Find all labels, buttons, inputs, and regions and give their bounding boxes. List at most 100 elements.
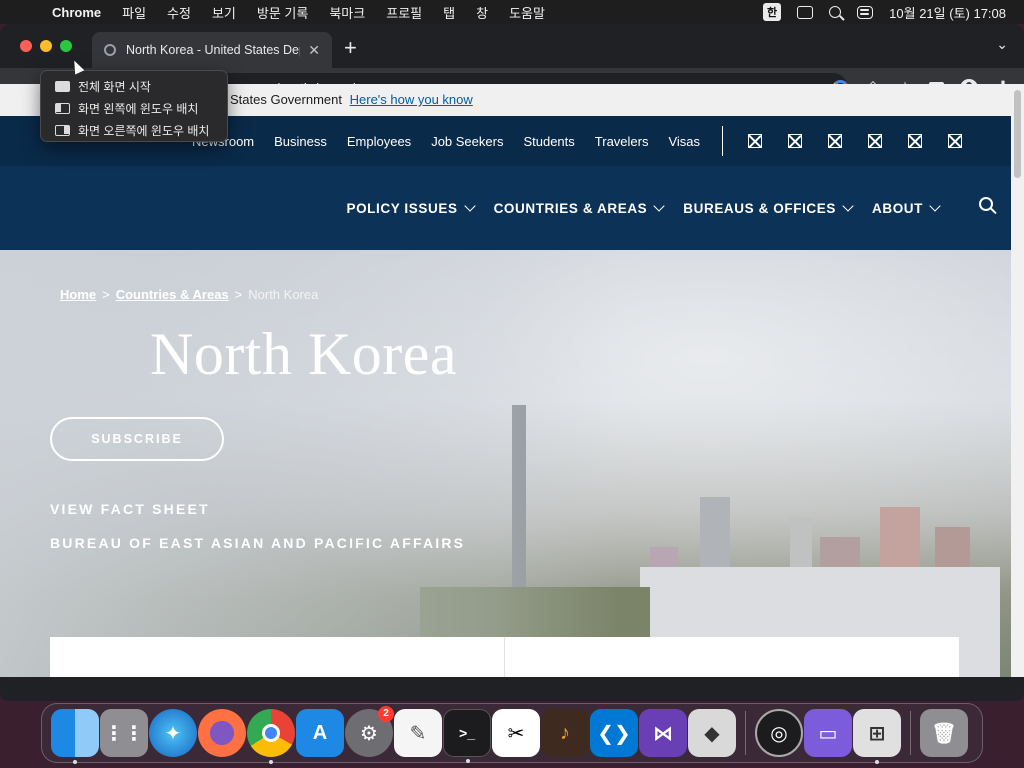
terminal-icon[interactable]: >_ bbox=[443, 709, 491, 763]
new-tab-icon[interactable]: + bbox=[344, 35, 357, 61]
control-center-icon[interactable] bbox=[857, 5, 874, 19]
chrome-icon[interactable] bbox=[247, 709, 295, 764]
page-scrollbar[interactable] bbox=[1011, 84, 1024, 677]
menu-tile-right-label: 화면 오른쪽에 윈도우 배치 bbox=[78, 123, 210, 138]
heres-how-you-know-link[interactable]: Here's how you know bbox=[350, 92, 473, 107]
running-indicator bbox=[875, 760, 879, 764]
social-icon-4-broken-image-icon[interactable] bbox=[868, 134, 882, 148]
menu-window[interactable]: 창 bbox=[476, 3, 488, 22]
menu-tile-right[interactable]: 화면 오른쪽에 윈도우 배치 bbox=[41, 119, 227, 141]
window-tiling-menu: 전체 화면 시작 화면 왼쪽에 윈도우 배치 화면 오른쪽에 윈도우 배치 bbox=[40, 70, 228, 142]
menu-file[interactable]: 파일 bbox=[122, 3, 146, 22]
tab-title: North Korea - United States Department o… bbox=[126, 43, 300, 57]
state-dept-favicon-icon bbox=[104, 44, 116, 56]
nav-students[interactable]: Students bbox=[523, 134, 574, 149]
nav-countries-areas-label: COUNTRIES & AREAS bbox=[493, 200, 648, 216]
running-indicator bbox=[73, 760, 77, 764]
obs-icon[interactable]: ◎ bbox=[755, 709, 803, 757]
archive-utility-icon[interactable]: ▭ bbox=[804, 709, 852, 757]
menu-view[interactable]: 보기 bbox=[212, 3, 236, 22]
nav-countries-areas[interactable]: COUNTRIES & AREAS bbox=[493, 199, 665, 216]
breadcrumb-separator: > bbox=[234, 287, 243, 302]
hero-banner: Home > Countries & Areas > North Korea North… bbox=[0, 250, 1011, 677]
browser-tab-active[interactable]: North Korea - United States Department o… bbox=[92, 32, 332, 68]
visual-studio-icon[interactable]: ⋈ bbox=[639, 709, 687, 757]
roblox-icon[interactable]: ◆ bbox=[688, 709, 736, 757]
gov-banner-text: States Government bbox=[230, 92, 342, 107]
fullscreen-icon bbox=[55, 80, 70, 92]
scrollbar-thumb[interactable] bbox=[1014, 90, 1021, 178]
social-icon-6-broken-image-icon[interactable] bbox=[948, 134, 962, 148]
nav-visas[interactable]: Visas bbox=[668, 134, 700, 149]
breadcrumb: Home > Countries & Areas > North Korea bbox=[60, 287, 318, 302]
nav-about-label: ABOUT bbox=[872, 200, 923, 216]
web-page-viewport: States Government Here's how you know Ne… bbox=[0, 84, 1011, 677]
close-tab-icon[interactable]: ✕ bbox=[308, 42, 320, 59]
tab-search-chevron-icon[interactable]: ⌄ bbox=[996, 36, 1008, 53]
screen-mirroring-icon[interactable] bbox=[797, 5, 814, 19]
menu-bookmarks[interactable]: 북마크 bbox=[329, 3, 365, 22]
system-settings-icon[interactable]: ⚙ 2 bbox=[345, 706, 394, 757]
subscribe-button[interactable]: SUBSCRIBE bbox=[50, 417, 224, 461]
nav-about[interactable]: ABOUT bbox=[872, 199, 941, 216]
nav-bureaus-offices-label: BUREAUS & OFFICES bbox=[683, 200, 836, 216]
nav-job-seekers[interactable]: Job Seekers bbox=[431, 134, 503, 149]
menu-help[interactable]: 도움말 bbox=[509, 3, 545, 22]
breadcrumb-separator: > bbox=[102, 287, 110, 302]
textedit-icon[interactable]: ✎ bbox=[394, 709, 442, 757]
menubar-clock[interactable]: 10월 21일 (토) 17:08 bbox=[889, 3, 1006, 22]
fullscreen-window-button[interactable] bbox=[60, 40, 72, 52]
nav-divider bbox=[722, 126, 723, 156]
capcut-icon[interactable]: ✂ bbox=[492, 709, 540, 757]
launchpad-icon[interactable]: ⋮⋮ bbox=[100, 709, 148, 757]
breadcrumb-countries-areas[interactable]: Countries & Areas bbox=[116, 287, 229, 302]
garageband-icon[interactable]: ♪ bbox=[541, 709, 589, 757]
menu-edit[interactable]: 수정 bbox=[167, 3, 191, 22]
chevron-down-icon bbox=[929, 199, 941, 212]
minimize-window-button[interactable] bbox=[40, 40, 52, 52]
nav-travelers[interactable]: Travelers bbox=[595, 134, 649, 149]
finder-icon[interactable] bbox=[51, 709, 99, 764]
menu-profiles[interactable]: 프로필 bbox=[386, 3, 422, 22]
app-store-icon[interactable]: A bbox=[296, 709, 344, 757]
nav-policy-issues[interactable]: POLICY ISSUES bbox=[346, 199, 476, 216]
safari-icon[interactable]: ✦ bbox=[149, 709, 197, 757]
view-fact-sheet-link[interactable]: VIEW FACT SHEET bbox=[50, 501, 210, 517]
menu-tile-left-label: 화면 왼쪽에 윈도우 배치 bbox=[78, 101, 199, 116]
chevron-down-icon bbox=[463, 199, 476, 212]
menu-app-chrome[interactable]: Chrome bbox=[52, 5, 101, 20]
content-cards bbox=[50, 637, 959, 677]
menu-tab[interactable]: 탭 bbox=[443, 3, 455, 22]
nav-business[interactable]: Business bbox=[274, 134, 327, 149]
menu-enter-fullscreen[interactable]: 전체 화면 시작 bbox=[41, 75, 227, 97]
chevron-down-icon bbox=[653, 199, 665, 212]
bureau-link[interactable]: BUREAU OF EAST ASIAN AND PACIFIC AFFAIRS bbox=[50, 535, 465, 551]
macos-dock: ⋮⋮ ✦ A ⚙ 2 ✎ >_ ✂ ♪ ❮❯ ⋈ ◆ ◎ ▭ ⊞ 🗑 bbox=[41, 703, 983, 764]
breadcrumb-home[interactable]: Home bbox=[60, 287, 96, 302]
close-window-button[interactable] bbox=[20, 40, 32, 52]
running-indicator bbox=[466, 759, 470, 763]
spotlight-search-icon[interactable] bbox=[829, 6, 842, 18]
tile-right-icon bbox=[55, 124, 70, 136]
page-title: North Korea bbox=[150, 321, 458, 387]
nav-employees[interactable]: Employees bbox=[347, 134, 411, 149]
nav-bureaus-offices[interactable]: BUREAUS & OFFICES bbox=[683, 199, 854, 216]
social-icon-1-broken-image-icon[interactable] bbox=[748, 134, 762, 148]
input-method-indicator[interactable]: 한 bbox=[763, 3, 782, 21]
tile-left-icon bbox=[55, 102, 70, 114]
firefox-icon[interactable] bbox=[198, 709, 246, 757]
chevron-down-icon bbox=[842, 199, 854, 212]
card-divider bbox=[504, 637, 505, 677]
vscode-icon[interactable]: ❮❯ bbox=[590, 709, 638, 757]
social-icon-3-broken-image-icon[interactable] bbox=[828, 134, 842, 148]
social-icon-2-broken-image-icon[interactable] bbox=[788, 134, 802, 148]
menu-tile-left[interactable]: 화면 왼쪽에 윈도우 배치 bbox=[41, 97, 227, 119]
nav-policy-issues-label: POLICY ISSUES bbox=[346, 200, 458, 216]
trash-icon[interactable]: 🗑 bbox=[920, 709, 968, 757]
system-info-icon[interactable]: ⊞ bbox=[853, 709, 901, 764]
dock-separator bbox=[745, 711, 746, 755]
breadcrumb-current: North Korea bbox=[248, 287, 319, 302]
menu-history[interactable]: 방문 기록 bbox=[257, 3, 308, 22]
site-search-icon[interactable] bbox=[979, 197, 993, 211]
social-icon-5-broken-image-icon[interactable] bbox=[908, 134, 922, 148]
